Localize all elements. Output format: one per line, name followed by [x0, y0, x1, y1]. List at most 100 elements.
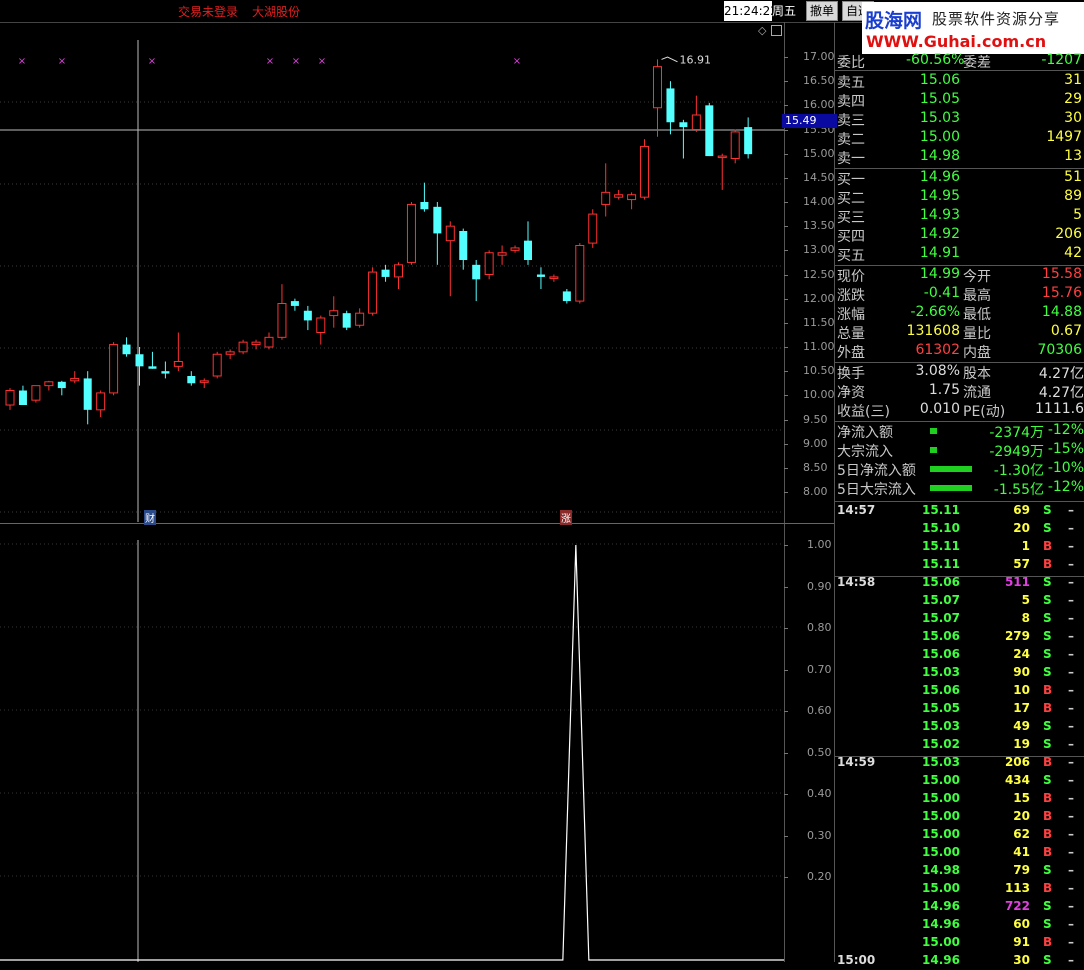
bid-row: 买四 14.92 206 [836, 226, 1084, 245]
tick-row[interactable]: 15.03 90 S – [836, 664, 1084, 682]
candlestick-chart[interactable]: 16.91 × × × × × × × [0, 22, 784, 522]
tick-price: 15.06 [922, 647, 960, 661]
tick-dash: – [1068, 629, 1074, 643]
tick-row[interactable]: 14.96 722 S – [836, 898, 1084, 916]
candle [484, 250, 494, 280]
candle [705, 102, 714, 157]
candle [588, 209, 598, 248]
tick-dash: – [1068, 827, 1074, 841]
tick-side: S [1043, 629, 1052, 643]
tick-side: B [1043, 755, 1053, 769]
tick-row[interactable]: 15.03 49 S – [836, 718, 1084, 736]
tick-row[interactable]: 15.00 113 B – [836, 880, 1084, 898]
axis-tick-mark [784, 371, 788, 373]
tick-row[interactable]: 15.00 62 B – [836, 826, 1084, 844]
tick-row[interactable]: 14.96 60 S – [836, 916, 1084, 934]
indicator-axis-tick: 0.50 [807, 745, 832, 759]
tick-price: 14.96 [922, 953, 960, 967]
price-axis-tick: 13.00 [803, 243, 835, 257]
tick-price: 15.07 [922, 593, 960, 607]
stat2-row: 换手 3.08% 股本 4.27亿 [836, 363, 1084, 382]
bid-label: 买三 [837, 210, 865, 226]
tick-dash: – [1068, 647, 1074, 661]
marker-zhang[interactable]: 涨 [560, 510, 572, 525]
tick-row[interactable]: 15.02 19 S – [836, 736, 1084, 754]
tick-price: 15.10 [922, 521, 960, 535]
tick-row[interactable]: 15.07 8 S – [836, 610, 1084, 628]
tick-row[interactable]: 14.98 79 S – [836, 862, 1084, 880]
price-axis-tick: 11.00 [803, 340, 835, 353]
bid-price: 14.93 [919, 207, 960, 223]
cancel-order-button[interactable]: 撤单 [806, 1, 839, 21]
price-axis-tick: 14.50 [803, 170, 835, 184]
candle [653, 59, 662, 137]
flow-label: 5日净流入额 [837, 463, 916, 479]
price-axis-tick: 15.00 [803, 146, 835, 160]
tick-row[interactable]: 15.00 20 B – [836, 808, 1084, 826]
marker-cai[interactable]: 财 [144, 510, 156, 525]
stat-value: -0.41 [923, 285, 960, 301]
tick-volume: 24 [1013, 647, 1030, 661]
stat2-value: 4.27亿 [1038, 366, 1084, 382]
trade-login-status[interactable]: 交易未登录 [178, 3, 238, 20]
tick-row[interactable]: 14:57 15.11 69 S – [836, 502, 1084, 520]
tick-side: S [1043, 521, 1052, 535]
candle [251, 339, 261, 350]
stat2-value: 1.75 [928, 382, 960, 398]
tick-price: 15.06 [922, 683, 960, 697]
tick-volume: 90 [1013, 665, 1030, 679]
stat-label: 现价 [837, 269, 865, 285]
candle [497, 245, 507, 265]
ask-label: 卖二 [837, 132, 865, 148]
price-axis-tick: 11.50 [803, 315, 835, 329]
ask-row: 卖二 15.00 1497 [836, 129, 1084, 148]
candle [212, 351, 222, 379]
tick-price: 15.06 [922, 629, 960, 643]
tick-price: 15.00 [922, 809, 960, 823]
tick-dash: – [1068, 611, 1074, 625]
flow-bar [930, 485, 972, 491]
tick-volume: 722 [1004, 899, 1030, 913]
candle [31, 385, 41, 403]
axis-tick-mark [784, 322, 788, 324]
tick-side: S [1043, 899, 1052, 913]
weekday: 周五 [772, 4, 797, 18]
tick-row[interactable]: 15.10 20 S – [836, 520, 1084, 538]
tick-row[interactable]: 15.00 15 B – [836, 790, 1084, 808]
candle [717, 153, 727, 190]
stock-name[interactable]: 大湖股份 [252, 3, 300, 20]
axis-tick-mark [784, 153, 788, 155]
tick-row[interactable]: 15.05 17 B – [836, 700, 1084, 718]
tick-row[interactable]: 15.11 57 B – [836, 556, 1084, 574]
tick-row[interactable]: 15.00 41 B – [836, 844, 1084, 862]
ask-price: 15.06 [919, 72, 960, 88]
candle [627, 192, 637, 210]
tick-volume: 19 [1013, 737, 1030, 751]
tick-row[interactable]: 15.00 434 S – [836, 772, 1084, 790]
ask-label: 卖三 [837, 113, 865, 129]
tick-row[interactable]: 15.06 279 S – [836, 628, 1084, 646]
tick-row[interactable]: 15.11 1 B – [836, 538, 1084, 556]
axis-tick-mark [784, 274, 788, 276]
clock: 21:24:22 [724, 1, 778, 21]
tick-side: B [1043, 701, 1053, 715]
tick-row[interactable]: 15:00 14.96 30 S – [836, 952, 1084, 970]
tick-row[interactable]: 15.07 5 S – [836, 592, 1084, 610]
axis-tick-mark [784, 669, 788, 671]
tick-row[interactable]: 15.06 24 S – [836, 646, 1084, 664]
price-axis-tick: 10.00 [803, 388, 835, 402]
candle [420, 182, 429, 212]
tick-row[interactable]: 15.00 91 B – [836, 934, 1084, 952]
tick-row[interactable]: 15.06 10 B – [836, 682, 1084, 700]
indicator-chart[interactable] [0, 524, 784, 962]
stat2-value: 1111.6 [1035, 401, 1084, 417]
candle [445, 221, 455, 297]
stat-value: 15.76 [1041, 285, 1082, 301]
axis-tick-mark [784, 794, 788, 795]
indicator-line [0, 544, 784, 961]
high-price-label: 16.91 [680, 53, 712, 66]
candle [83, 371, 92, 425]
tick-dash: – [1068, 575, 1074, 589]
candle [96, 390, 106, 418]
tick-dash: – [1068, 755, 1074, 769]
